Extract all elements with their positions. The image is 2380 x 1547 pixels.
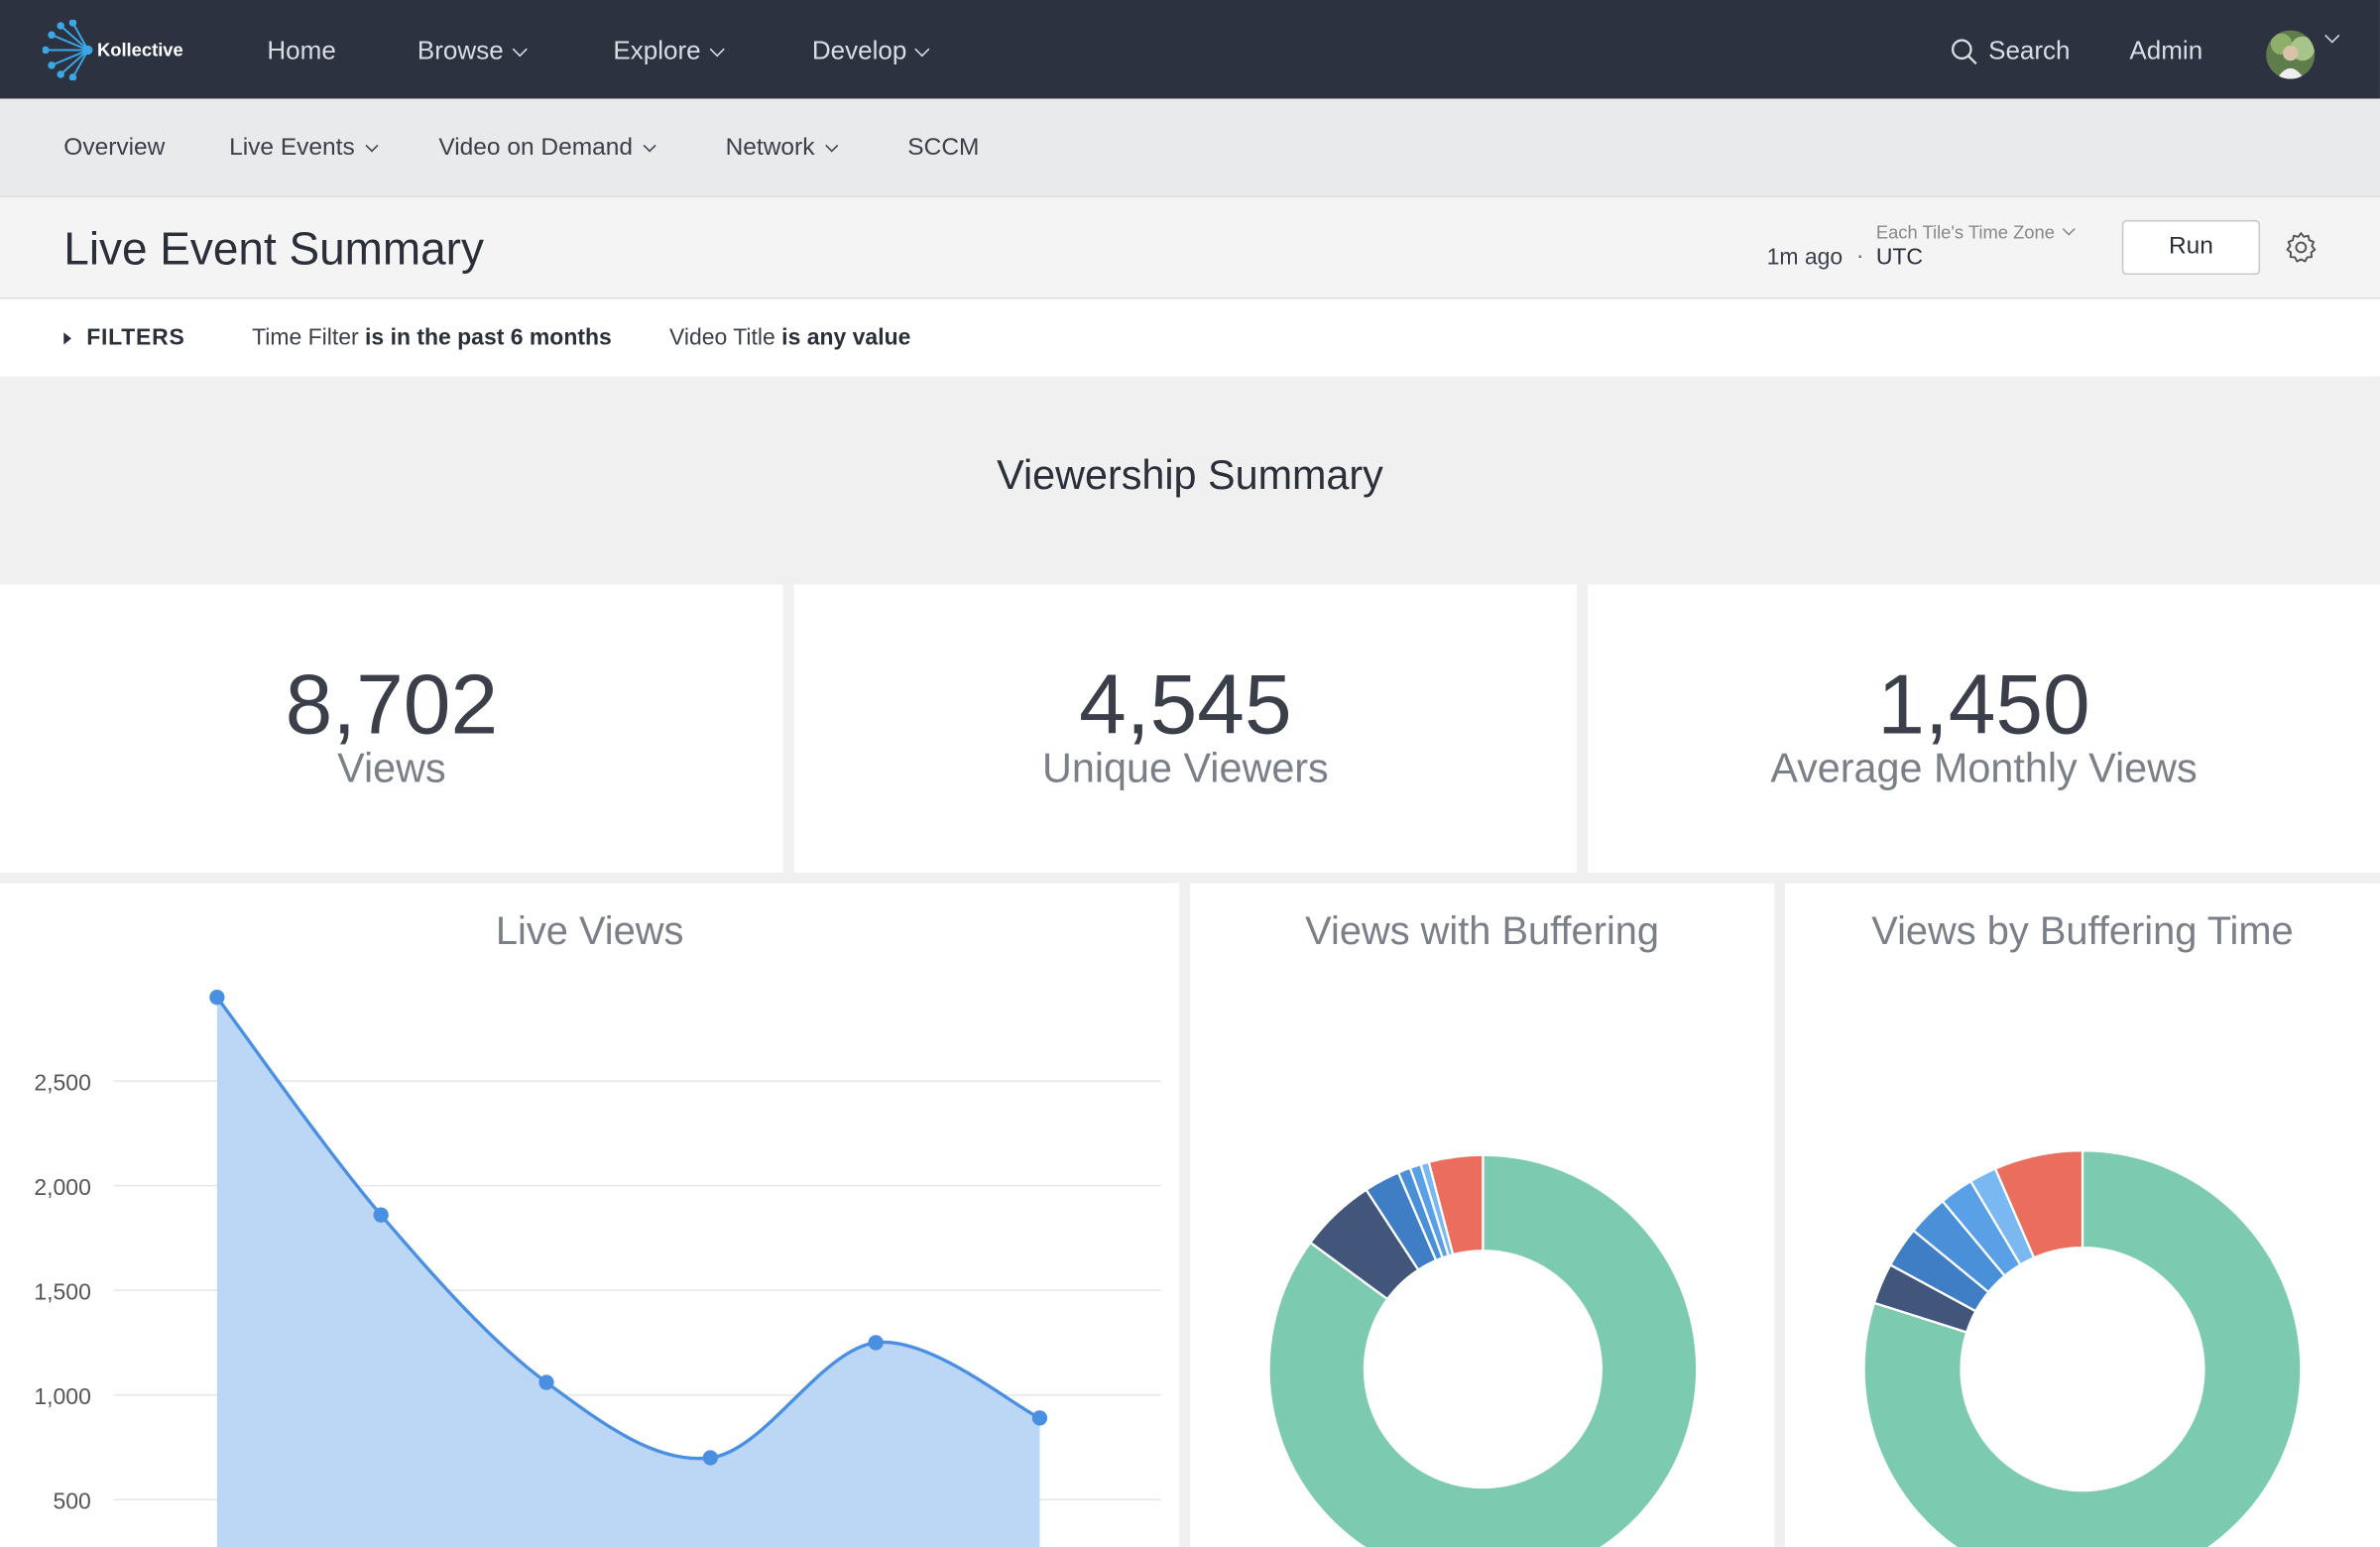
brand-name: Kollective: [96, 39, 183, 61]
page-title: Live Event Summary: [63, 224, 484, 276]
sub-navbar: Overview Live Events Video on Demand Net…: [0, 98, 2380, 197]
nav-explore-label: Explore: [613, 36, 701, 65]
kpi-label: Views: [337, 745, 446, 791]
search-button[interactable]: Search: [1951, 37, 2071, 67]
live-views-chart: 2,500 2,000 1,500 1,000 500: [34, 990, 1161, 1547]
run-button[interactable]: Run: [2121, 219, 2261, 276]
dashboard-header: Live Event Summary 1m ago · Each Tile's …: [0, 196, 2380, 299]
chevron-down-icon: [709, 41, 725, 57]
admin-link[interactable]: Admin: [2129, 37, 2202, 67]
kpi-tile-views: 8,702 Views: [0, 584, 783, 874]
nav-browse[interactable]: Browse: [416, 36, 528, 67]
timezone-value: UTC: [1875, 244, 1924, 271]
chevron-down-icon: [914, 41, 930, 57]
y-tick-label: 2,500: [34, 1069, 90, 1095]
filters-bar: FILTERS Time Filter is in the past 6 mon…: [0, 298, 2380, 377]
views-with-buffering-chart: [1267, 1153, 1699, 1547]
data-point[interactable]: [702, 1450, 718, 1466]
subnav-overview-label: Overview: [63, 135, 166, 162]
gear-icon[interactable]: [2285, 231, 2319, 265]
nav-explore[interactable]: Explore: [613, 36, 725, 67]
live-views-tile: Live Views 2,500 2,000 1,500 1,000 500: [0, 883, 1180, 1547]
data-point[interactable]: [868, 1335, 884, 1351]
filter-video-title-value: is any value: [781, 324, 911, 351]
chevron-down-icon: [2062, 222, 2076, 236]
nav-develop[interactable]: Develop: [811, 36, 930, 67]
filter-time-value: is in the past 6 months: [365, 324, 612, 351]
subnav-vod-label: Video on Demand: [438, 135, 633, 162]
chevron-down-icon: [2324, 28, 2340, 44]
data-point[interactable]: [373, 1207, 389, 1223]
section-header: Viewership Summary: [0, 376, 2380, 585]
chevron-down-icon: [512, 41, 528, 57]
admin-label: Admin: [2129, 36, 2203, 65]
kpi-label: Unique Viewers: [1042, 745, 1329, 791]
filters-toggle[interactable]: FILTERS: [63, 325, 184, 351]
run-button-label: Run: [2168, 233, 2213, 260]
y-tick-label: 500: [54, 1488, 91, 1513]
nav-develop-label: Develop: [811, 36, 907, 65]
filter-video-title-name: Video Title: [668, 324, 775, 351]
y-tick-label: 1,500: [34, 1278, 90, 1304]
separator-dot: ·: [1855, 242, 1864, 269]
views-by-buffering-time-chart: [1862, 1149, 2303, 1547]
y-tick-label: 1,000: [34, 1383, 90, 1409]
views-with-buffering-tile: Views with Buffering: [1189, 883, 1775, 1547]
data-point[interactable]: [538, 1374, 554, 1390]
timezone-selector[interactable]: Each Tile's Time Zone: [1875, 221, 2076, 243]
data-point[interactable]: [209, 990, 225, 1006]
search-label: Search: [1988, 36, 2071, 65]
search-icon: [1951, 39, 1977, 65]
subnav-network[interactable]: Network: [725, 135, 838, 163]
subnav-network-label: Network: [725, 135, 815, 162]
subnav-sccm[interactable]: SCCM: [907, 135, 979, 163]
kpi-value: 4,545: [1079, 655, 1292, 752]
nav-browse-label: Browse: [416, 36, 504, 65]
section-title: Viewership Summary: [997, 452, 1383, 499]
area-fill: [216, 997, 1040, 1547]
chevron-down-icon: [824, 139, 838, 153]
kpi-value: 8,702: [285, 655, 499, 752]
data-point[interactable]: [1031, 1410, 1048, 1426]
filter-video-title[interactable]: Video Title is any value: [669, 325, 910, 351]
brand-logo[interactable]: Kollective: [42, 19, 194, 81]
subnav-video-on-demand[interactable]: Video on Demand: [438, 135, 656, 163]
kpi-tile-unique-viewers: 4,545 Unique Viewers: [793, 584, 1578, 874]
kollective-logo-icon: [42, 19, 93, 81]
avatar-image: [2266, 30, 2316, 79]
kpi-value: 1,450: [1877, 655, 2090, 752]
caret-right-icon: [63, 331, 71, 344]
views-by-buffering-time-tile: Views by Buffering Time: [1784, 883, 2380, 1547]
chevron-down-icon: [643, 139, 656, 153]
filter-time-name: Time Filter: [252, 324, 359, 351]
user-menu-toggle[interactable]: [2324, 28, 2340, 44]
subnav-sccm-label: SCCM: [907, 135, 980, 162]
chevron-down-icon: [365, 139, 379, 153]
kpi-tile-average-monthly-views: 1,450 Average Monthly Views: [1588, 584, 2380, 874]
filters-label: FILTERS: [86, 324, 185, 351]
kpi-label: Average Monthly Views: [1770, 745, 2198, 791]
y-tick-label: 2,000: [34, 1174, 90, 1200]
top-navbar: Kollective Home Browse Explore Develop S…: [0, 0, 2380, 99]
subnav-live-events-label: Live Events: [229, 135, 355, 162]
subnav-overview[interactable]: Overview: [63, 135, 165, 163]
user-avatar[interactable]: [2266, 30, 2316, 79]
nav-home[interactable]: Home: [267, 37, 335, 67]
subnav-live-events[interactable]: Live Events: [229, 135, 379, 163]
nav-home-label: Home: [267, 36, 336, 65]
last-run-time: 1m ago: [1766, 244, 1844, 271]
timezone-label: Each Tile's Time Zone: [1875, 221, 2055, 243]
filter-time[interactable]: Time Filter is in the past 6 months: [252, 325, 612, 351]
